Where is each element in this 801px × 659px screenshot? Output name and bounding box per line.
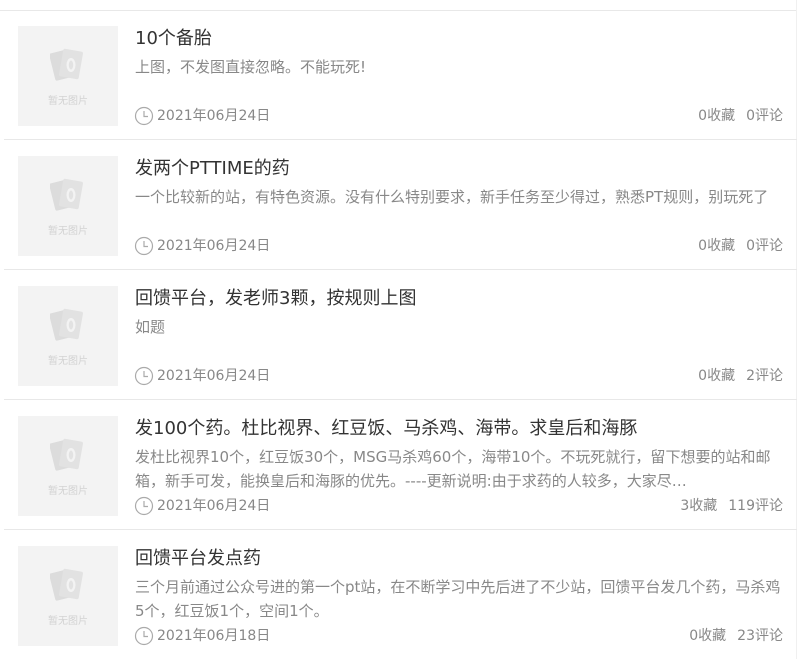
favorites-count: 3收藏 [680,498,718,514]
thumbnail-placeholder[interactable]: 暂无图片 [18,416,118,516]
favorites-count: 0收藏 [698,108,736,124]
clock-icon [134,366,154,386]
list-item[interactable]: 暂无图片 回馈平台，发老师3颗，按规则上图 如题 2021年06月24日 0收藏… [4,271,797,400]
comments-count: 0评论 [746,238,783,254]
favorites-count: 0收藏 [698,368,736,384]
image-placeholder-icon [50,178,83,211]
post-excerpt: 上图，不发图直接忽略。不能玩死! [135,58,367,76]
list-item[interactable]: 暂无图片 发100个药。杜比视界、红豆饭、马杀鸡、海带。求皇后和海豚 发杜比视界… [4,401,797,530]
thumbnail-placeholder[interactable]: 暂无图片 [18,546,118,646]
post-date-text: 2021年06月24日 [157,368,271,384]
post-date-text: 2021年06月24日 [157,108,271,124]
post-excerpt: 发杜比视界10个，红豆饭30个，MSG马杀鸡60个，海带10个。不玩死就行，留下… [135,448,771,490]
thumbnail-placeholder[interactable]: 暂无图片 [18,286,118,386]
no-image-label: 暂无图片 [48,616,88,627]
image-placeholder-icon [50,438,83,471]
post-date: 2021年06月24日 [134,366,270,386]
post-stats: 0收藏 23评论 [678,626,783,646]
post-list-page: 暂无图片 10个备胎 上图，不发图直接忽略。不能玩死! 2021年06月24日 … [0,0,801,659]
no-image-label: 暂无图片 [48,226,88,237]
image-placeholder-icon [50,308,83,341]
post-date: 2021年06月24日 [134,106,270,126]
list-item[interactable]: 暂无图片 发两个PTTIME的药 一个比较新的站，有特色资源。没有什么特别要求，… [4,141,797,270]
post-date: 2021年06月18日 [134,626,270,646]
no-image-label: 暂无图片 [48,486,88,497]
thumbnail-placeholder[interactable]: 暂无图片 [18,156,118,256]
post-title[interactable]: 回馈平台发点药 [135,547,261,571]
clock-icon [134,106,154,126]
no-image-label: 暂无图片 [48,356,88,367]
post-stats: 0收藏 0评论 [687,106,783,126]
post-stats: 0收藏 2评论 [687,366,783,386]
favorites-count: 0收藏 [689,628,727,644]
thumbnail-placeholder[interactable]: 暂无图片 [18,26,118,126]
post-stats: 0收藏 0评论 [687,236,783,256]
clock-icon [134,496,154,516]
favorites-count: 0收藏 [698,238,736,254]
post-title[interactable]: 发100个药。杜比视界、红豆饭、马杀鸡、海带。求皇后和海豚 [135,417,637,441]
post-stats: 3收藏 119评论 [669,496,783,516]
list-item[interactable]: 暂无图片 10个备胎 上图，不发图直接忽略。不能玩死! 2021年06月24日 … [4,11,797,140]
post-excerpt: 如题 [135,318,166,336]
post-excerpt: 一个比较新的站，有特色资源。没有什么特别要求，新手任务至少得过，熟悉PT规则，别… [135,188,769,206]
post-date: 2021年06月24日 [134,236,270,256]
clock-icon [134,236,154,256]
image-placeholder-icon [50,568,83,601]
comments-count: 2评论 [746,368,783,384]
comments-count: 119评论 [728,498,783,514]
list-item[interactable]: 暂无图片 回馈平台发点药 三个月前通过公众号进的第一个pt站，在不断学习中先后进… [4,531,797,659]
post-date-text: 2021年06月18日 [157,628,271,644]
post-date-text: 2021年06月24日 [157,498,271,514]
post-excerpt: 三个月前通过公众号进的第一个pt站，在不断学习中先后进了不少站，回馈平台发几个药… [135,578,781,620]
post-date-text: 2021年06月24日 [157,238,271,254]
no-image-label: 暂无图片 [48,96,88,107]
clock-icon [134,626,154,646]
post-date: 2021年06月24日 [134,496,270,516]
post-title[interactable]: 发两个PTTIME的药 [135,157,290,181]
image-placeholder-icon [50,48,83,81]
comments-count: 23评论 [737,628,783,644]
post-title[interactable]: 10个备胎 [135,27,212,51]
comments-count: 0评论 [746,108,783,124]
post-title[interactable]: 回馈平台，发老师3颗，按规则上图 [135,287,416,311]
